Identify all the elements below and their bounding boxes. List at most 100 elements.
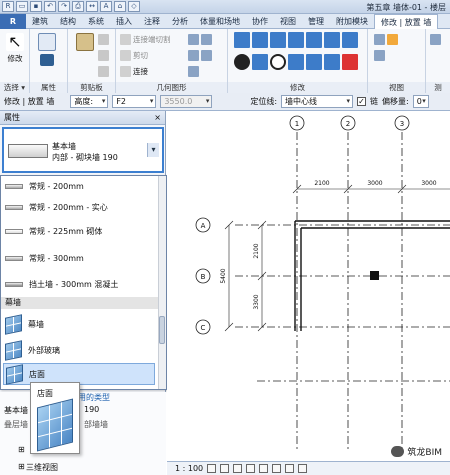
- project-browser-3d-views[interactable]: 三维视图: [26, 462, 58, 473]
- tab-insert[interactable]: 插入: [110, 14, 138, 29]
- tree-expand-icon[interactable]: ⊞: [18, 445, 25, 454]
- trim-multiple-icon[interactable]: [342, 31, 358, 48]
- cursor-arrow-icon: ↖: [6, 33, 24, 51]
- open-icon[interactable]: ▭: [16, 1, 28, 12]
- array-icon[interactable]: [288, 53, 304, 70]
- scale-label[interactable]: 1 : 100: [175, 464, 203, 473]
- properties-icon: [38, 33, 56, 51]
- hide-icon[interactable]: [374, 34, 385, 45]
- close-icon[interactable]: ×: [154, 111, 161, 125]
- application-menu-button[interactable]: R: [0, 14, 26, 29]
- height-level-dropdown[interactable]: F2: [112, 95, 157, 108]
- list-item[interactable]: 外部玻璃: [5, 339, 60, 361]
- list-item[interactable]: 常规 - 200mm - 实心: [5, 197, 108, 217]
- tab-architecture[interactable]: 建筑: [26, 14, 54, 29]
- filter-row-stacked-wall[interactable]: 叠层墙: [4, 419, 28, 430]
- crop-view-icon[interactable]: [259, 464, 269, 473]
- type-dropdown-list: 常规 - 200mm 常规 - 200mm - 实心 常规 - 225mm 砌体…: [0, 175, 167, 390]
- copy-element-icon[interactable]: [252, 53, 268, 70]
- chain-checkbox[interactable]: ✓: [357, 97, 367, 106]
- copy-button[interactable]: [98, 49, 109, 62]
- save-icon[interactable]: ▪: [30, 1, 42, 12]
- 3d-view-icon[interactable]: ⌂: [114, 1, 126, 12]
- tab-addins[interactable]: 附加模块: [330, 14, 374, 29]
- title-bar: R ▭ ▪ ↶ ↷ ⎙ ↔ A ⌂ ◇ 第五章 墙体-01 - 楼层: [0, 0, 450, 14]
- measure-icon[interactable]: ↔: [86, 1, 98, 12]
- cope-button[interactable]: 连接端切割: [120, 33, 171, 46]
- align-icon[interactable]: [234, 31, 250, 48]
- split-icon[interactable]: [306, 31, 322, 48]
- drawing-area[interactable]: 1 2 3 A B C 2100 3000 3000 2100 3300 540…: [167, 111, 450, 461]
- detail-level-icon[interactable]: [207, 464, 217, 473]
- tree-expand-icon[interactable]: ⊞: [18, 462, 25, 471]
- chevron-down-icon[interactable]: ▾: [147, 143, 159, 157]
- print-icon[interactable]: ⎙: [72, 1, 84, 12]
- reveal-hidden-icon[interactable]: [298, 464, 308, 473]
- properties-palette-button[interactable]: [34, 54, 60, 68]
- app-menu-icon[interactable]: R: [2, 1, 14, 12]
- offset-icon[interactable]: [252, 31, 268, 48]
- list-item[interactable]: 挡土墙 - 300mm 混凝土: [5, 274, 118, 294]
- text-icon[interactable]: A: [100, 1, 112, 12]
- cut-geometry-button[interactable]: 剪切: [120, 49, 148, 62]
- move-icon[interactable]: [234, 53, 250, 70]
- shadows-icon[interactable]: [246, 464, 256, 473]
- tab-manage[interactable]: 管理: [302, 14, 330, 29]
- paint-icon: [188, 50, 199, 61]
- tab-analyze[interactable]: 分析: [166, 14, 194, 29]
- show-crop-icon[interactable]: [272, 464, 282, 473]
- list-item[interactable]: 常规 - 225mm 砌体: [5, 221, 102, 241]
- list-item[interactable]: 常规 - 300mm: [5, 248, 84, 268]
- match-type-button[interactable]: [98, 65, 109, 78]
- wall-joins-button[interactable]: [188, 33, 212, 46]
- modify-tools-row-1: [234, 31, 358, 48]
- undo-icon[interactable]: ↶: [44, 1, 56, 12]
- delete-icon[interactable]: [342, 53, 358, 70]
- trim-extend-icon[interactable]: [324, 31, 340, 48]
- override-icon[interactable]: [387, 34, 398, 45]
- paste-button[interactable]: [72, 31, 98, 71]
- modify-button[interactable]: ↖ 修改: [2, 31, 28, 71]
- list-item[interactable]: 常规 - 200mm: [5, 176, 84, 196]
- mirror-axis-icon[interactable]: [270, 31, 286, 48]
- rotate-icon[interactable]: [270, 53, 286, 70]
- tab-annotate[interactable]: 注释: [138, 14, 166, 29]
- tab-massing-site[interactable]: 体量和场地: [194, 14, 246, 29]
- tab-structure[interactable]: 结构: [54, 14, 82, 29]
- tab-view[interactable]: 视图: [274, 14, 302, 29]
- sun-path-icon[interactable]: [233, 464, 243, 473]
- section-icon[interactable]: ◇: [128, 1, 140, 12]
- measure-button[interactable]: [430, 33, 441, 46]
- options-bar: 修改 | 放置 墙 高度: F2 3550.0 定位线: 墙中心线 ✓ 链 偏移…: [0, 93, 450, 111]
- filter-value: 190: [84, 405, 100, 414]
- mirror-draw-icon[interactable]: [288, 31, 304, 48]
- redo-icon[interactable]: ↷: [58, 1, 70, 12]
- list-item[interactable]: 幕墙: [5, 313, 44, 335]
- cut-button[interactable]: [98, 33, 109, 46]
- location-line-dropdown[interactable]: 墙中心线: [281, 95, 354, 108]
- tab-collaborate[interactable]: 协作: [246, 14, 274, 29]
- list-scrollbar[interactable]: [158, 176, 166, 389]
- tab-systems[interactable]: 系统: [82, 14, 110, 29]
- tab-modify-place-wall[interactable]: 修改 | 放置 墙: [374, 14, 439, 29]
- filter-row-basic-wall[interactable]: 基本墙: [4, 405, 28, 416]
- group-header-curtain-wall: 幕墙: [1, 297, 159, 309]
- height-value-input[interactable]: 3550.0: [160, 95, 213, 108]
- dimension-text: 3300: [253, 294, 260, 309]
- scrollbar-thumb[interactable]: [159, 316, 165, 344]
- view-group-label: 视图: [368, 82, 425, 93]
- type-selector[interactable]: 基本墙 内部 - 砌块墙 190 ▾: [2, 127, 164, 173]
- linework-icon[interactable]: [374, 50, 385, 61]
- scale-icon[interactable]: [306, 53, 322, 70]
- structural-column[interactable]: [370, 271, 379, 280]
- visual-style-icon[interactable]: [220, 464, 230, 473]
- paint-button[interactable]: [188, 49, 212, 62]
- remove-paint-button[interactable]: [188, 65, 199, 78]
- select-group-label[interactable]: 选择 ▾: [0, 82, 29, 93]
- temporary-hide-icon[interactable]: [285, 464, 295, 473]
- height-dropdown[interactable]: 高度:: [70, 95, 109, 108]
- pin-icon[interactable]: [324, 53, 340, 70]
- offset-input[interactable]: 0: [412, 95, 429, 108]
- join-button[interactable]: 连接: [120, 65, 148, 78]
- grid-label-1: 1: [295, 120, 299, 128]
